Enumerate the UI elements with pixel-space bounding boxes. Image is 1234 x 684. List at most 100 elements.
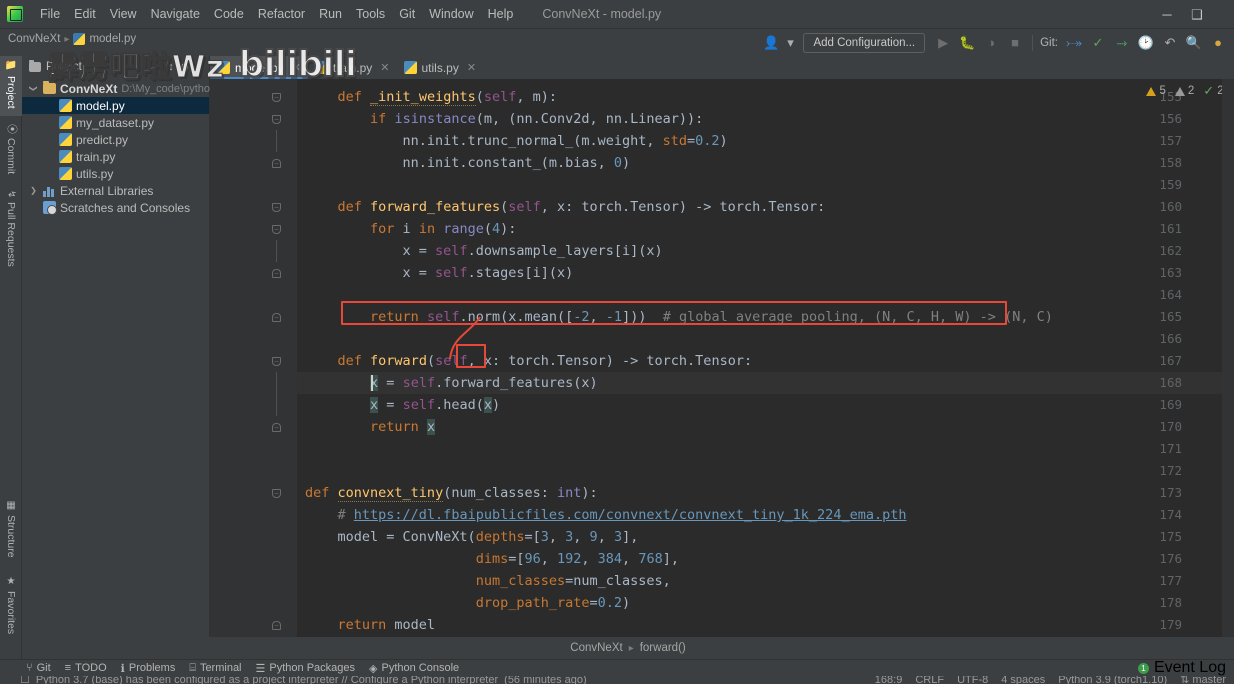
editor-scrollbar[interactable] <box>1222 79 1234 637</box>
code-line[interactable]: x = self.stages[i](x) <box>305 262 574 284</box>
tree-item-train-py[interactable]: train.py <box>22 148 209 165</box>
caret-position[interactable]: 168:9 <box>875 676 903 684</box>
tree-item-external-libraries[interactable]: ❯ External Libraries <box>22 182 209 199</box>
code-text-area[interactable]: def _init_weights(self, m): if isinstanc… <box>297 79 1234 637</box>
settings-icon[interactable]: ⚙ <box>180 61 190 74</box>
editor-tab-train-py[interactable]: train.py ✕ <box>308 56 397 79</box>
code-fold-marker[interactable]: − <box>271 614 282 636</box>
code-line[interactable]: def forward(self, x: torch.Tensor) -> to… <box>305 350 753 372</box>
code-line[interactable]: nn.init.constant_(m.bias, 0) <box>305 152 631 174</box>
code-fold-marker[interactable] <box>271 372 282 394</box>
bottom-tab-python-console[interactable]: ◈ Python Console <box>369 662 459 675</box>
warning-count[interactable]: 5 <box>1146 85 1166 97</box>
restore-button[interactable]: ❑ <box>1182 0 1212 29</box>
menu-code[interactable]: Code <box>207 4 251 24</box>
run-configuration-selector[interactable]: Add Configuration... <box>803 32 926 53</box>
menu-window[interactable]: Window <box>422 4 480 24</box>
code-fold-marker[interactable]: − <box>271 152 282 174</box>
bottom-tab-git[interactable]: ⑂ Git <box>26 662 51 674</box>
code-line[interactable]: def _init_weights(self, m): <box>305 86 557 108</box>
code-line[interactable]: return x <box>305 416 436 438</box>
inspection-widget[interactable]: 5 2 ✓ 21 <box>1146 83 1230 99</box>
bottom-tab-python-packages[interactable]: ☰ Python Packages <box>256 662 356 675</box>
indent-setting[interactable]: 4 spaces <box>1001 676 1045 684</box>
menu-tools[interactable]: Tools <box>349 4 392 24</box>
code-fold-marker[interactable]: − <box>271 482 282 504</box>
code-line[interactable]: x = self.downsample_layers[i](x) <box>305 240 663 262</box>
tree-item-convnext[interactable]: ❯ ConvNeXt D:\My_code\pythonP <box>22 80 223 97</box>
hide-icon[interactable]: − <box>196 61 202 74</box>
bottom-tab-todo[interactable]: ≡ TODO <box>65 662 107 674</box>
code-line[interactable]: drop_path_rate=0.2) <box>305 592 630 614</box>
code-fold-marker[interactable]: − <box>271 262 282 284</box>
menu-edit[interactable]: Edit <box>67 4 103 24</box>
breadcrumb-project[interactable]: ConvNeXt <box>8 33 60 45</box>
close-icon[interactable]: ✕ <box>467 61 476 74</box>
editor-tab-utils-py[interactable]: utils.py ✕ <box>397 56 484 79</box>
sidebar-item-structure[interactable]: ▦ Structure <box>0 496 22 566</box>
code-fold-marker[interactable]: − <box>271 86 282 108</box>
menu-view[interactable]: View <box>103 4 144 24</box>
sidebar-item-project[interactable]: 📁 Project <box>0 56 22 116</box>
code-line[interactable]: dims=[96, 192, 384, 768], <box>305 548 679 570</box>
history-icon[interactable]: 🕑 <box>1134 32 1158 54</box>
status-message-text[interactable]: Python 3.7 (base) has been configured as… <box>36 676 498 684</box>
event-log-button[interactable]: 1 Event Log <box>1137 659 1226 677</box>
menu-refactor[interactable]: Refactor <box>251 4 312 24</box>
git-push-icon[interactable]: ⤑ <box>1110 32 1134 54</box>
sidebar-item-favorites[interactable]: ★ Favorites <box>0 572 22 647</box>
editor-tab-model-py[interactable]: model.py ✕ <box>210 56 308 79</box>
project-tree[interactable]: ❯ ConvNeXt D:\My_code\pythonP model.py my_da… <box>22 78 223 216</box>
breadcrumb-method[interactable]: forward() <box>640 642 686 654</box>
file-encoding[interactable]: UTF-8 <box>957 676 988 684</box>
code-line[interactable]: def convnext_tiny(num_classes: int): <box>305 482 598 504</box>
code-line[interactable]: model = ConvNeXt(depths=[3, 3, 9, 3], <box>305 526 639 548</box>
close-icon[interactable]: ✕ <box>380 61 389 74</box>
weak-warning-count[interactable]: 2 <box>1174 85 1194 97</box>
code-fold-marker[interactable]: − <box>271 306 282 328</box>
code-line[interactable]: for i in range(4): <box>305 218 516 240</box>
code-fold-marker[interactable]: − <box>271 218 282 240</box>
bottom-tab-problems[interactable]: ℹ Problems <box>121 662 176 675</box>
line-separator[interactable]: CRLF <box>915 676 944 684</box>
code-fold-marker[interactable]: − <box>271 108 282 130</box>
undo-icon[interactable]: ↶ <box>1158 32 1182 54</box>
code-line[interactable]: x = self.head(x) <box>305 394 500 416</box>
code-fold-marker[interactable]: − <box>271 350 282 372</box>
code-line[interactable]: return self.norm(x.mean([-2, -1])) # glo… <box>305 306 1053 328</box>
chevron-right-icon[interactable]: ❯ <box>28 186 39 195</box>
code-line[interactable]: return model <box>305 614 436 636</box>
code-fold-marker[interactable]: − <box>271 416 282 438</box>
run-icon[interactable]: ▶ <box>931 32 955 54</box>
git-branch-indicator[interactable]: ⇅ master <box>1180 676 1226 684</box>
code-fold-marker[interactable] <box>271 394 282 416</box>
collapse-all-icon[interactable]: ↕ <box>168 61 174 74</box>
code-line[interactable]: nn.init.trunc_normal_(m.weight, std=0.2) <box>305 130 728 152</box>
sidebar-item-pull-requests[interactable]: ↯ Pull Requests <box>0 186 22 278</box>
code-line[interactable]: def forward_features(self, x: torch.Tens… <box>305 196 826 218</box>
user-avatar-icon[interactable]: 👤 <box>759 32 783 54</box>
code-line[interactable]: if isinstance(m, (nn.Conv2d, nn.Linear))… <box>305 108 703 130</box>
code-fold-marker[interactable] <box>271 130 282 152</box>
code-line[interactable]: # https://dl.fbaipublicfiles.com/convnex… <box>305 504 907 526</box>
code-line[interactable]: x = self.forward_features(x) <box>305 372 598 394</box>
menu-navigate[interactable]: Navigate <box>144 4 207 24</box>
git-update-icon[interactable]: ⤐ <box>1062 32 1086 54</box>
chevron-down-icon[interactable]: ❯ <box>29 83 38 94</box>
bottom-tool-window-bar[interactable]: ⑂ Git ≡ TODO ℹ Problems ⌸ Terminal ☰ Python Packa… <box>0 659 1234 676</box>
menu-run[interactable]: Run <box>312 4 349 24</box>
tree-item-model-py[interactable]: model.py <box>22 97 209 114</box>
git-commit-icon[interactable]: ✓ <box>1086 32 1110 54</box>
menu-help[interactable]: Help <box>481 4 521 24</box>
stop-icon[interactable]: ■ <box>1003 32 1027 54</box>
minimize-button[interactable]: ─ <box>1152 0 1182 29</box>
code-fold-marker[interactable]: − <box>271 196 282 218</box>
debug-icon[interactable]: 🐛 <box>955 32 979 54</box>
code-line[interactable]: num_classes=num_classes, <box>305 570 671 592</box>
code-fold-marker[interactable] <box>271 240 282 262</box>
menu-git[interactable]: Git <box>392 4 422 24</box>
code-editor[interactable]: def _init_weights(self, m): if isinstanc… <box>210 79 1234 637</box>
chevron-down-icon[interactable]: ▾ <box>783 32 797 54</box>
tree-item-my-dataset-py[interactable]: my_dataset.py <box>22 114 209 131</box>
tree-item-scratches-and-consoles[interactable]: Scratches and Consoles <box>22 199 209 216</box>
